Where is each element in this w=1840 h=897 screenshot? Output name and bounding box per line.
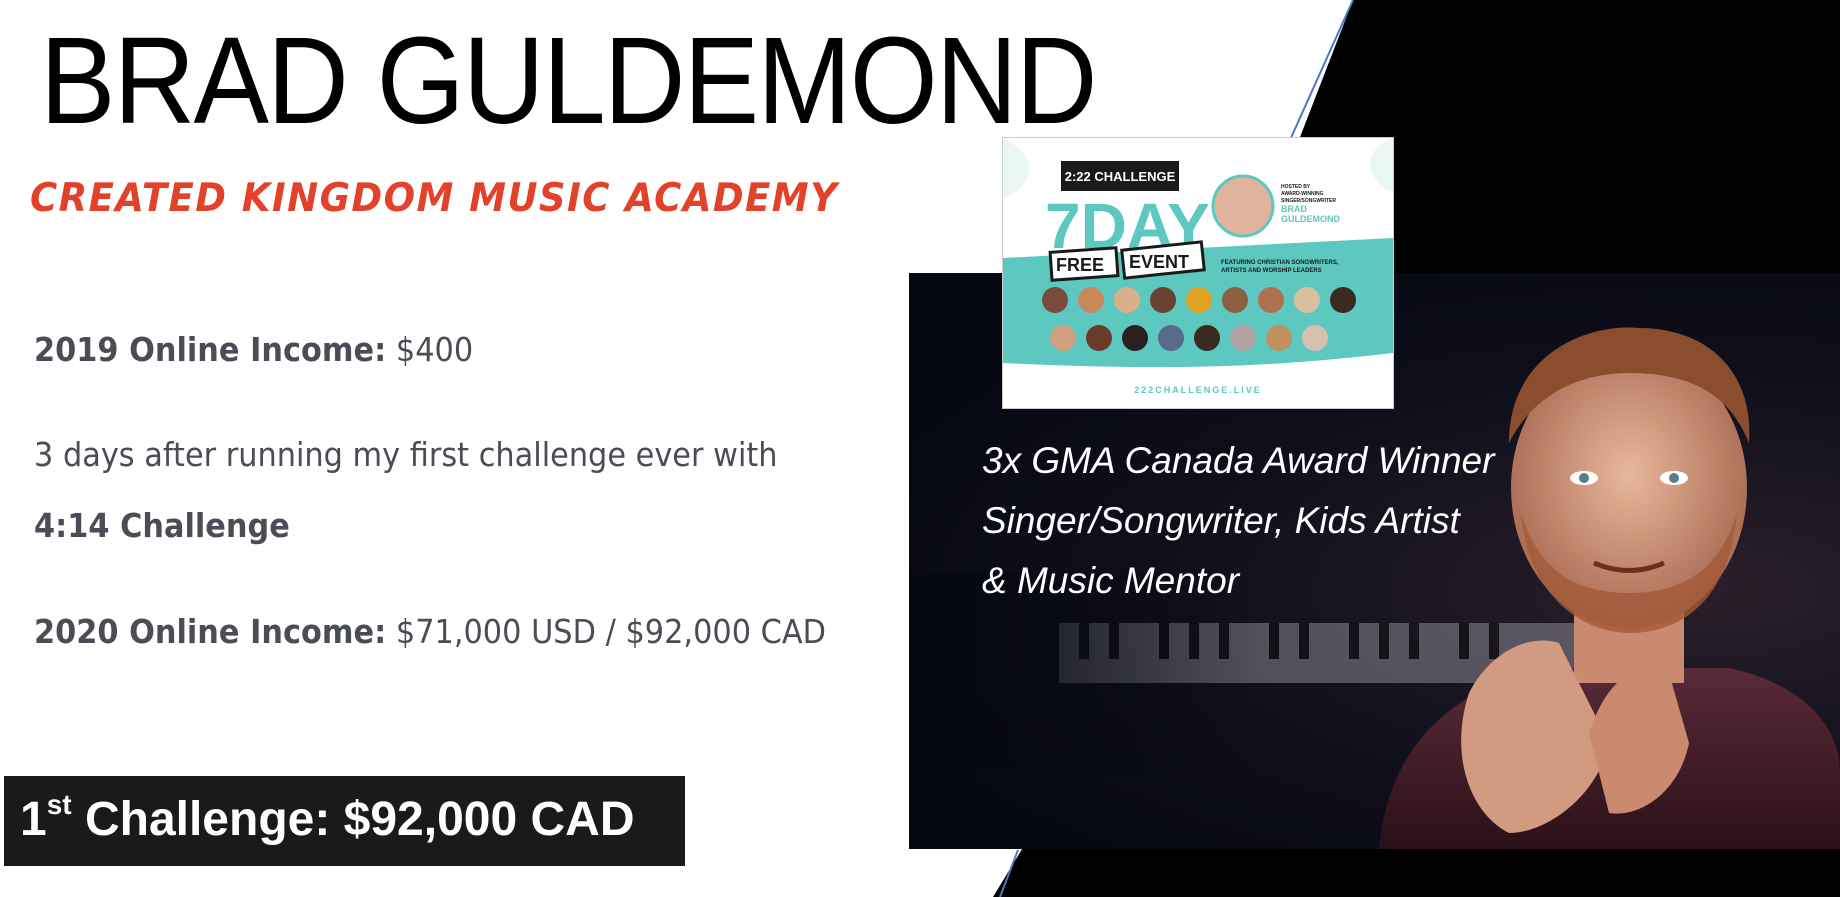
flyer-event: EVENT <box>1129 252 1189 272</box>
income-2019: 2019 Online Income: $400 <box>34 330 473 369</box>
income-2020: 2020 Online Income: $71,000 USD / $92,00… <box>34 612 826 651</box>
income-2020-label: 2020 Online Income: <box>34 612 387 651</box>
income-2020-value: $71,000 USD / $92,000 CAD <box>395 612 827 651</box>
flyer-avatars-row1 <box>1042 287 1356 313</box>
flyer-hosted-by: HOSTED BY <box>1281 184 1311 190</box>
caption-line-2: Singer/Songwriter, Kids Artist <box>982 500 1460 541</box>
challenge-name: 4:14 Challenge <box>34 506 290 545</box>
flyer-tag: 2:22 CHALLENGE <box>1065 169 1176 184</box>
flyer-graphic: 2:22 CHALLENGE 7DAY FREE EVENT HOSTED BY… <box>1003 138 1393 408</box>
challenge-line: 3 days after running my first challenge … <box>34 435 778 474</box>
flyer-host-last: GULDEMOND <box>1281 214 1340 224</box>
flyer-host-first: BRAD <box>1281 204 1307 214</box>
presenter-name: BRAD GULDEMOND <box>40 13 1098 150</box>
flyer-featuring-2: ARTISTS AND WORSHIP LEADERS <box>1221 268 1322 274</box>
badge-ordinal: 1 <box>20 793 47 846</box>
academy-title: CREATED KINGDOM MUSIC ACADEMY <box>30 176 839 221</box>
income-2019-label: 2019 Online Income: <box>34 330 387 369</box>
flyer-award: AWARD-WINNING <box>1281 191 1324 197</box>
flyer-featuring-1: FEATURING CHRISTIAN SONGWRITERS, <box>1221 260 1339 266</box>
flyer-url: 222CHALLENGE.LIVE <box>1134 385 1262 395</box>
challenge-flyer: 2:22 CHALLENGE 7DAY FREE EVENT HOSTED BY… <box>1002 137 1394 409</box>
badge-text: 1st Challenge: $92,000 CAD <box>20 789 635 847</box>
first-challenge-badge: 1st Challenge: $92,000 CAD <box>4 776 685 866</box>
host-avatar <box>1211 174 1275 238</box>
income-2019-value: $400 <box>395 330 474 369</box>
flyer-free: FREE <box>1056 255 1104 275</box>
caption-line-1: 3x GMA Canada Award Winner <box>982 440 1495 481</box>
badge-label: Challenge: $92,000 CAD <box>84 793 635 846</box>
badge-ordinal-suffix: st <box>46 789 72 820</box>
caption-line-3: & Music Mentor <box>982 560 1240 601</box>
challenge-name-text: 4:14 Challenge <box>34 506 290 545</box>
